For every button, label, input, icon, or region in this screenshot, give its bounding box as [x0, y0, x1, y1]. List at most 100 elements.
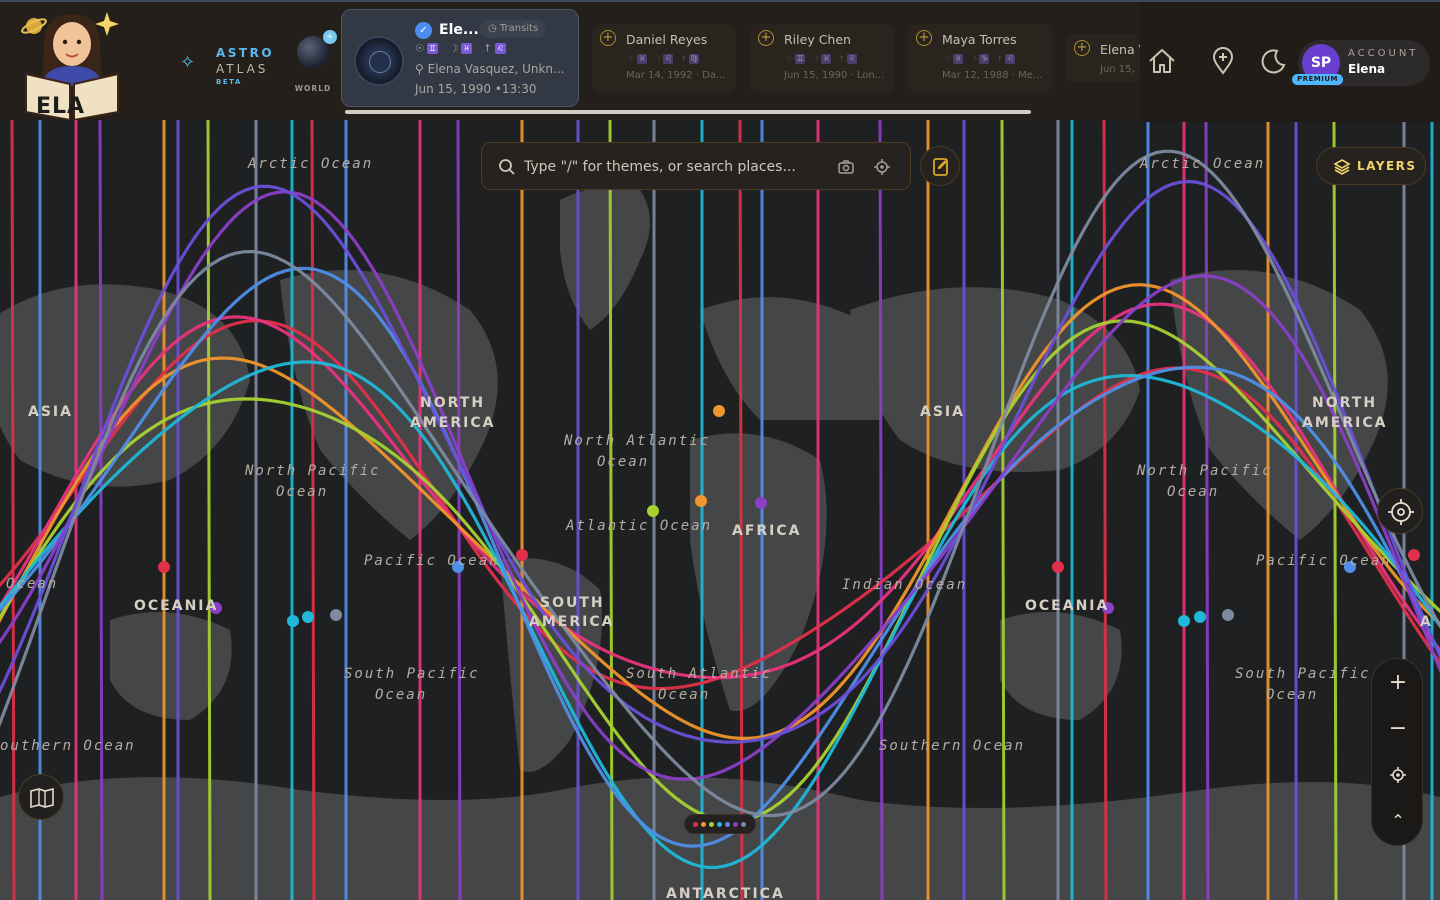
profile-date: Jun 15, 1990 · Lon...: [784, 70, 885, 81]
label-south-atlantic-a: South Atlantic: [626, 666, 773, 682]
line-marker[interactable]: [695, 495, 707, 507]
guide-button[interactable]: [18, 774, 64, 820]
world-button[interactable]: + WORLD: [292, 30, 337, 93]
world-label: WORLD: [294, 84, 332, 93]
recenter-button[interactable]: [1377, 488, 1423, 534]
search-input[interactable]: [522, 151, 826, 183]
zoom-in-button[interactable]: +: [1372, 663, 1424, 703]
profile-date: Jun 15,: [1100, 64, 1135, 75]
meridian-line: [206, 120, 212, 900]
search-icon: [499, 159, 515, 175]
profile-signs-icon: ☉ ♓ ☽ ♑ ↑ ♌: [944, 54, 1016, 64]
check-icon: ✓: [415, 22, 432, 39]
line-marker[interactable]: [1178, 615, 1190, 627]
profile-name: Maya Torres: [942, 32, 1017, 47]
label-pacific-1: Pacific Ocean: [364, 553, 500, 569]
clock-icon: ◷: [488, 23, 500, 34]
label-southern-1: outhern Ocean: [0, 738, 136, 754]
home-icon[interactable]: [1147, 46, 1177, 76]
account-user: Elena: [1348, 62, 1386, 76]
label-north-atlantic-a: North Atlantic: [564, 433, 711, 449]
sparkle-icon: ✧: [180, 52, 196, 73]
profile-card-maya[interactable]: + Maya Torres ☉ ♓ ☽ ♑ ↑ ♌ Mar 12, 1988 · Me..…: [908, 24, 1052, 92]
meridian-line: [98, 120, 104, 900]
meridian-line: [1102, 120, 1108, 900]
add-icon[interactable]: +: [916, 30, 932, 46]
search-bar[interactable]: [481, 142, 911, 190]
transits-toggle[interactable]: ◷ Transits: [480, 20, 547, 38]
label-south-america-a: SOUTH: [540, 595, 605, 611]
crosshair-icon: [1388, 499, 1414, 525]
brand-line-2: ATLAS: [216, 62, 269, 76]
zoom-out-button[interactable]: −: [1372, 709, 1424, 749]
journal-button[interactable]: [920, 146, 960, 186]
line-marker[interactable]: [713, 405, 725, 417]
account-label: ACCOUNT: [1348, 48, 1419, 59]
line-marker[interactable]: [755, 497, 767, 509]
dot[interactable]: [693, 822, 698, 827]
zoom-controls: + − ⌃: [1371, 658, 1423, 846]
my-location-button[interactable]: [1372, 755, 1424, 795]
add-icon[interactable]: +: [1074, 40, 1090, 56]
label-north-pacific-2b: Ocean: [1167, 484, 1220, 500]
label-south-atlantic-b: Ocean: [658, 687, 711, 703]
add-icon[interactable]: +: [600, 30, 616, 46]
line-marker[interactable]: [1194, 611, 1206, 623]
profile-card-elena[interactable]: + Elena V Jun 15,: [1066, 34, 1140, 82]
locate-icon[interactable]: [872, 157, 892, 177]
line-marker[interactable]: [158, 561, 170, 573]
label-south-pacific-2b: Ocean: [1266, 687, 1319, 703]
dot[interactable]: [709, 822, 714, 827]
line-marker[interactable]: [1408, 549, 1420, 561]
dot[interactable]: [741, 822, 746, 827]
label-oceania-1: OCEANIA: [134, 598, 219, 614]
brand-line-1: ASTRO: [216, 46, 275, 60]
camera-icon[interactable]: [836, 157, 856, 177]
line-marker[interactable]: [330, 609, 342, 621]
pagination-dots[interactable]: [684, 814, 756, 834]
moon-icon: ☽: [449, 43, 459, 55]
meridian-line: [1332, 120, 1338, 900]
label-southern-2: Southern Ocean: [879, 738, 1026, 754]
rising-sign: ♌: [494, 43, 506, 54]
line-marker[interactable]: [1222, 609, 1234, 621]
label-asia-2: ASIA: [920, 404, 965, 420]
line-marker[interactable]: [287, 615, 299, 627]
add-icon[interactable]: +: [758, 30, 774, 46]
profile-card-daniel[interactable]: + Daniel Reyes ☉ ♓ ☽ ♌ ↑ ♍ Mar 14, 1992 · Da.…: [592, 24, 736, 92]
profile-signs-icon: ☉ ♓ ☽ ♌ ↑ ♍: [628, 54, 700, 64]
account-button[interactable]: SP PREMIUM ACCOUNT Elena: [1292, 40, 1430, 86]
dot[interactable]: [717, 822, 722, 827]
app-logo[interactable]: ELA: [14, 6, 126, 122]
dot[interactable]: [725, 822, 730, 827]
profile-card-riley[interactable]: + Riley Chen ☉ ♊ ☽ ♓ ↑ ♌ Jun 15, 1990 · Lon..…: [750, 24, 894, 92]
dot[interactable]: [733, 822, 738, 827]
rising-icon: ↑: [483, 43, 492, 55]
moon-icon[interactable]: [1258, 46, 1288, 76]
astro-map[interactable]: Arctic Ocean Arctic Ocean ASIA ASIA NORT…: [0, 120, 1440, 900]
label-north-america-2b: AMERICA: [1302, 415, 1388, 431]
layers-icon: [1333, 159, 1351, 175]
line-marker[interactable]: [647, 505, 659, 517]
profiles-scrollbar[interactable]: [345, 110, 1031, 114]
label-arctic-1: Arctic Ocean: [248, 156, 374, 172]
map-pin-icon[interactable]: [1208, 46, 1238, 76]
label-north-america-1a: NORTH: [420, 395, 486, 411]
line-marker[interactable]: [1052, 561, 1064, 573]
dot[interactable]: [701, 822, 706, 827]
active-chart-card[interactable]: ✓ Ele... ◷ Transits ☉ ♊ ☽ ♓ ↑ ♌ ⚲ Elena Vas…: [341, 9, 579, 107]
chart-signs: ☉ ♊ ☽ ♓ ↑ ♌: [415, 43, 514, 55]
collapse-up-button[interactable]: ⌃: [1372, 801, 1424, 841]
line-marker[interactable]: [516, 549, 528, 561]
layers-button[interactable]: LAYERS: [1316, 147, 1426, 185]
label-south-pacific-1a: South Pacific: [344, 666, 480, 682]
note-edit-icon: [933, 158, 948, 176]
profile-name: Riley Chen: [784, 32, 851, 47]
line-marker[interactable]: [302, 611, 314, 623]
label-north-pacific-2a: North Pacific: [1137, 463, 1273, 479]
chart-place-text: Elena Vasquez, Unkn...: [427, 62, 565, 76]
label-arctic-2: Arctic Ocean: [1140, 156, 1266, 172]
top-bar: ELA ✧ ASTRO ATLAS BETA + WORLD ✓ Ele... …: [0, 0, 1440, 122]
sun-icon: ☉: [415, 43, 424, 55]
map-book-icon: [30, 787, 54, 809]
